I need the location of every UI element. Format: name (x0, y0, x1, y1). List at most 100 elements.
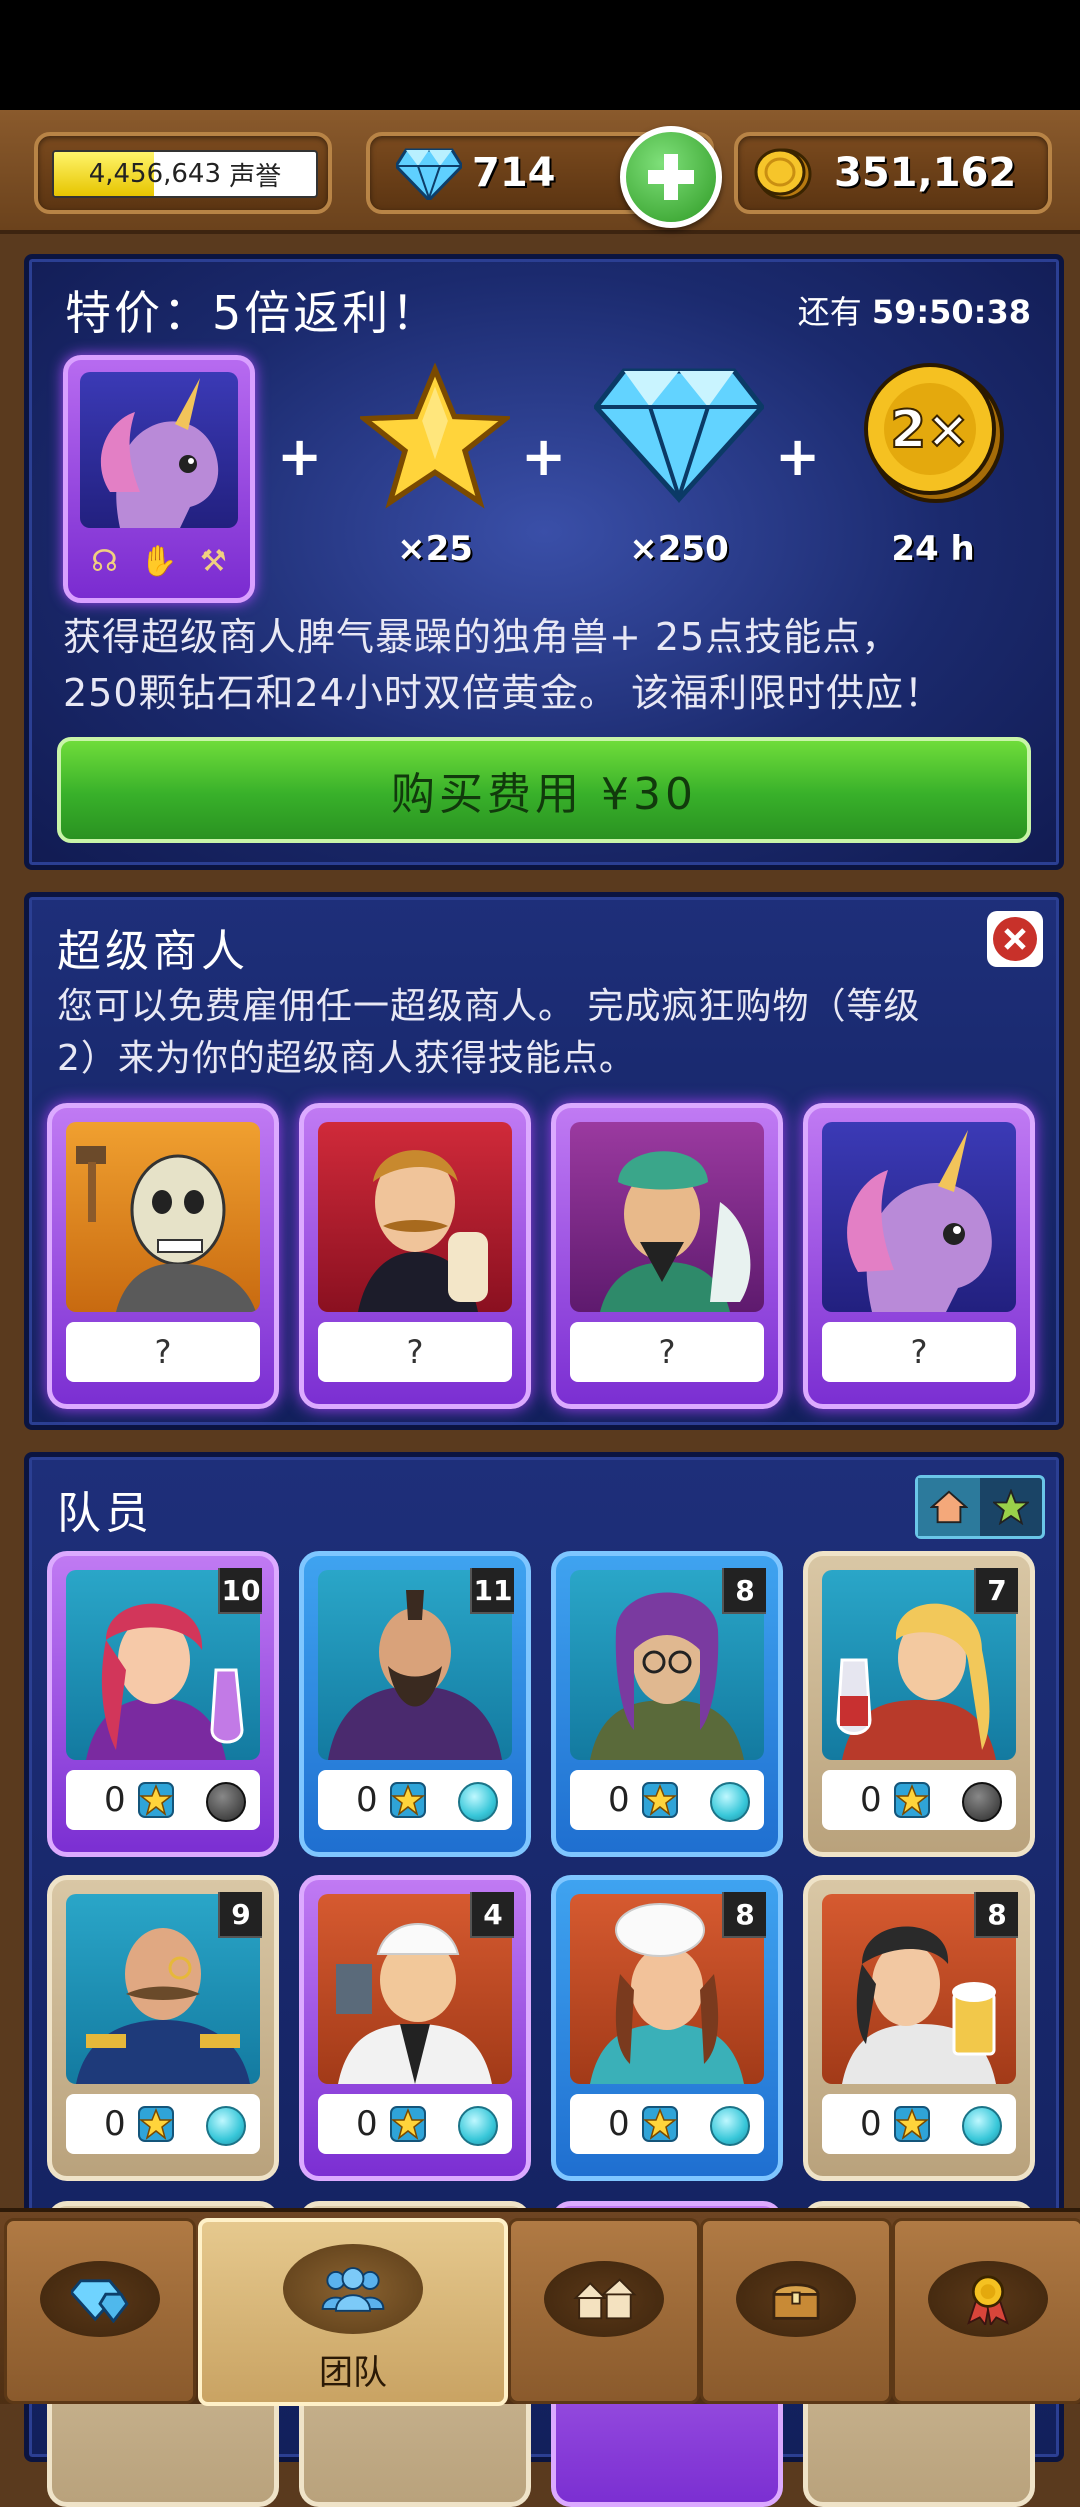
reward-star-count: ×25 (397, 529, 473, 569)
gold-counter: 351,162 (734, 132, 1052, 214)
member-status-indicator (206, 1782, 246, 1822)
close-button[interactable] (987, 911, 1043, 967)
skill-star-icon (894, 2106, 930, 2142)
member-skill-points: 0 (608, 1780, 630, 1820)
star-icon (356, 362, 514, 509)
skill-star-icon (894, 1782, 930, 1818)
sort-by-house-button[interactable] (918, 1478, 980, 1536)
member-skill-points: 0 (860, 1780, 882, 1820)
member-skill-points: 0 (608, 2104, 630, 2144)
medal-icon (967, 2275, 1009, 2325)
hammer-icon: ⚒ (199, 543, 227, 579)
bottom-navigation: 团队 (0, 2208, 1080, 2406)
sort-by-star-button[interactable] (980, 1478, 1042, 1536)
member-status-indicator (206, 2106, 246, 2146)
super-merchant-title: 超级商人 (57, 926, 249, 977)
member-status-indicator (458, 1782, 498, 1822)
special-offer-panel: 特价：5倍返利！ 还有 59:50:38 ☊ ✋ ⚒ + ×25 + ×250 … (24, 254, 1064, 870)
merchant-name-placeholder: ? (822, 1322, 1016, 1382)
offer-description: 获得超级商人脾气暴躁的独角兽+ 25点技能点， 250颗钻石和24小时双倍黄金。… (63, 615, 943, 715)
offer-timer-label: 还有 (797, 293, 862, 331)
gold-value: 351,162 (834, 150, 1017, 196)
skill-star-icon (642, 2106, 678, 2142)
nav-achievements-button[interactable] (892, 2218, 1080, 2404)
unicorn-merchant-card[interactable]: ☊ ✋ ⚒ (63, 355, 255, 603)
treasure-chest-icon (772, 2283, 820, 2320)
reputation-unit: 声誉 (229, 161, 282, 192)
house-icon (930, 1490, 968, 1524)
member-level: 8 (722, 1568, 766, 1614)
team-member-card[interactable]: 8 0 (803, 1875, 1035, 2181)
team-title: 队员 (57, 1488, 153, 1539)
status-bar (0, 0, 1080, 110)
buy-gems-button[interactable] (620, 126, 722, 228)
skill-star-icon (390, 2106, 426, 2142)
sort-toggle[interactable] (915, 1475, 1045, 1539)
member-level: 4 (470, 1892, 514, 1938)
team-member-card[interactable]: 8 0 (551, 1551, 783, 1857)
diamond-icon (592, 368, 766, 504)
buy-offer-button[interactable]: 购买费用 ¥30 (57, 737, 1031, 843)
team-member-card[interactable]: 9 0 (47, 1875, 279, 2181)
team-member-card[interactable]: 7 0 (803, 1551, 1035, 1857)
member-level: 10 (218, 1568, 262, 1614)
nav-team-button[interactable]: 团队 (198, 2218, 508, 2406)
nav-treasure-button[interactable] (700, 2218, 892, 2404)
resource-bar: 4,456,643 声誉 714 351,162 (0, 110, 1080, 234)
merchant-name-placeholder: ? (66, 1322, 260, 1382)
offer-timer: 还有 59:50:38 (798, 287, 1031, 333)
gentleman-merchant-card[interactable]: ? (299, 1103, 531, 1409)
nav-gems-button[interactable] (4, 2218, 196, 2404)
skill-star-icon (138, 2106, 174, 2142)
skeleton-merchant-card[interactable]: ? (47, 1103, 279, 1409)
reward-diamond: ×250 (589, 359, 769, 569)
turban-portrait (570, 1122, 764, 1312)
nav-shop-button[interactable] (508, 2218, 700, 2404)
gems-value: 714 (472, 150, 556, 196)
member-skill-points: 0 (356, 1780, 378, 1820)
plus-sign: + (775, 425, 821, 488)
team-member-card[interactable]: 11 0 (299, 1551, 531, 1857)
member-status-indicator (458, 2106, 498, 2146)
plus-sign: + (277, 425, 323, 488)
member-level: 8 (722, 1892, 766, 1938)
team-icon (321, 2267, 385, 2312)
team-member-card[interactable]: 4 0 (299, 1875, 531, 2181)
member-skill-points: 0 (860, 2104, 882, 2144)
skill-star-icon (138, 1782, 174, 1818)
member-level: 9 (218, 1892, 262, 1938)
shop-icon (573, 2278, 637, 2320)
member-level: 7 (974, 1568, 1018, 1614)
member-status-indicator (962, 1782, 1002, 1822)
member-skill-points: 0 (104, 2104, 126, 2144)
offer-title: 特价：5倍返利！ (65, 286, 441, 340)
nav-team-label: 团队 (319, 2353, 387, 2393)
reward-diamond-count: ×250 (629, 529, 729, 569)
handshake-icon: ✋ (140, 543, 178, 579)
unicorn-portrait (80, 372, 238, 528)
merchant-name-placeholder: ? (318, 1322, 512, 1382)
reward-double-gold-duration: 24 h (891, 529, 975, 569)
team-member-card[interactable]: 10 0 (47, 1551, 279, 1857)
reward-double-gold: 2× 24 h (853, 359, 1013, 569)
unicorn-portrait (822, 1122, 1016, 1312)
close-icon (1004, 928, 1026, 950)
super-merchant-panel: 超级商人 您可以免费雇佣任一超级商人。 完成疯狂购物（等级 2）来为你的超级商人… (24, 892, 1064, 1430)
skill-icon: ☊ (91, 543, 118, 579)
star-icon (993, 1489, 1029, 1525)
reputation-value: 4,456,643 (88, 159, 222, 189)
diamond-icon (396, 148, 462, 200)
member-skill-points: 0 (104, 1780, 126, 1820)
svg-text:2×: 2× (890, 400, 970, 460)
reputation-meter: 4,456,643 声誉 (34, 132, 332, 214)
turban-merchant-card[interactable]: ? (551, 1103, 783, 1409)
member-status-indicator (710, 2106, 750, 2146)
skill-star-icon (642, 1782, 678, 1818)
gems-icon (71, 2279, 129, 2323)
double-gold-coin-icon: 2× (864, 363, 1004, 503)
team-member-card[interactable]: 8 0 (551, 1875, 783, 2181)
merchant-name-placeholder: ? (570, 1322, 764, 1382)
member-status-indicator (962, 2106, 1002, 2146)
member-level: 11 (470, 1568, 514, 1614)
unicorn-merchant-card[interactable]: ? (803, 1103, 1035, 1409)
